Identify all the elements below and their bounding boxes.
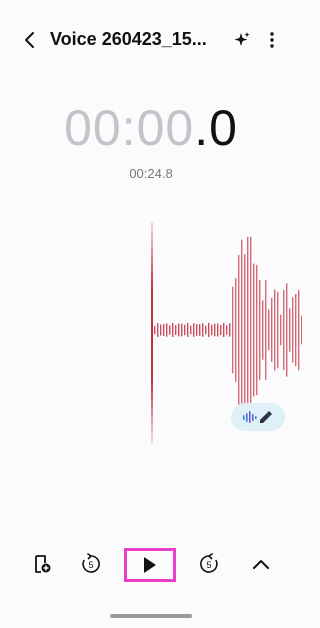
elapsed-timer: 00:00.0 (0, 98, 302, 158)
waveform-bar (175, 325, 177, 335)
waveform-bar (241, 239, 243, 421)
waveform-bar (262, 300, 264, 360)
waveform-bar (274, 289, 276, 371)
waveform-bar (253, 263, 255, 397)
playhead-line[interactable] (151, 222, 153, 444)
waveform-bar (163, 323, 165, 337)
waveform-bar (181, 323, 183, 337)
waveform-bar (208, 323, 210, 337)
voice-to-text-icon (243, 411, 272, 423)
waveform-bar (199, 324, 201, 336)
waveform-bar (184, 324, 186, 336)
voice-recorder-screen: Voice 260423_15... 00:00.0 00:24.8 5 5 (0, 0, 302, 628)
waveform-bar (202, 323, 204, 337)
waveform-bar (166, 323, 168, 337)
waveform-bar (172, 323, 174, 337)
recording-title[interactable]: Voice 260423_15... (50, 28, 215, 50)
waveform-bar (187, 323, 189, 337)
waveform-bar (220, 325, 222, 335)
waveform-bar (256, 264, 258, 396)
waveform-bar (289, 308, 291, 352)
forward-5-label: 5 (206, 560, 211, 570)
play-button[interactable] (124, 548, 176, 582)
waveform-bar (238, 254, 240, 406)
waveform-bar (226, 325, 228, 335)
gesture-navigation-handle[interactable] (110, 614, 192, 618)
waveform-bar (301, 315, 302, 345)
back-button[interactable] (18, 28, 42, 52)
waveform-bar (280, 314, 282, 346)
rewind-5-icon: 5 (82, 553, 100, 573)
total-duration: 00:24.8 (129, 166, 173, 181)
waveform-bar (250, 236, 252, 424)
rewind-5-button[interactable]: 5 (79, 552, 103, 576)
expand-button[interactable] (249, 552, 273, 576)
waveform-bar (286, 283, 288, 377)
waveform-bar (193, 323, 195, 337)
waveform-bar (268, 309, 270, 351)
waveform-bar (283, 289, 285, 371)
waveform-bar (160, 324, 162, 336)
chevron-up-icon (253, 560, 269, 569)
waveform-bar (247, 236, 249, 424)
add-bookmark-icon (35, 555, 51, 573)
waveform-bar (157, 323, 159, 337)
waveform-bar (211, 324, 213, 336)
transcribe-button[interactable] (231, 403, 285, 431)
playback-controls: 5 5 (0, 540, 302, 596)
play-icon (144, 557, 156, 573)
waveform-bar (229, 323, 231, 337)
app-header: Voice 260423_15... (0, 0, 302, 80)
more-vertical-icon (270, 32, 274, 48)
forward-5-icon: 5 (200, 553, 218, 573)
timer-minutes-seconds: 00:00 (64, 100, 195, 156)
waveform-bar (214, 323, 216, 337)
waveform-bar (292, 297, 294, 363)
more-options-button[interactable] (260, 28, 284, 52)
waveform-bar (298, 289, 300, 371)
waveform-bar (235, 278, 237, 382)
chevron-left-icon (25, 32, 34, 48)
add-bookmark-button[interactable] (30, 552, 54, 576)
waveform-bar (205, 325, 207, 335)
sparkle-icon (234, 32, 250, 46)
timer-tenths: .0 (194, 100, 238, 156)
rewind-5-label: 5 (88, 560, 93, 570)
waveform-bar (295, 293, 297, 367)
waveform-bar (196, 324, 198, 336)
ai-assist-button[interactable] (230, 28, 254, 52)
waveform-bar (217, 323, 219, 337)
waveform-bar (232, 286, 234, 374)
waveform-bar (154, 326, 156, 334)
waveform-bar (271, 297, 273, 363)
waveform-bar (244, 254, 246, 406)
waveform-bar (178, 323, 180, 337)
forward-5-button[interactable]: 5 (197, 552, 221, 576)
waveform-bar (277, 291, 279, 369)
waveform-bar (169, 325, 171, 335)
waveform-bar (259, 280, 261, 380)
waveform-bar (190, 325, 192, 335)
waveform-bar (223, 323, 225, 337)
waveform-bar (265, 279, 267, 381)
